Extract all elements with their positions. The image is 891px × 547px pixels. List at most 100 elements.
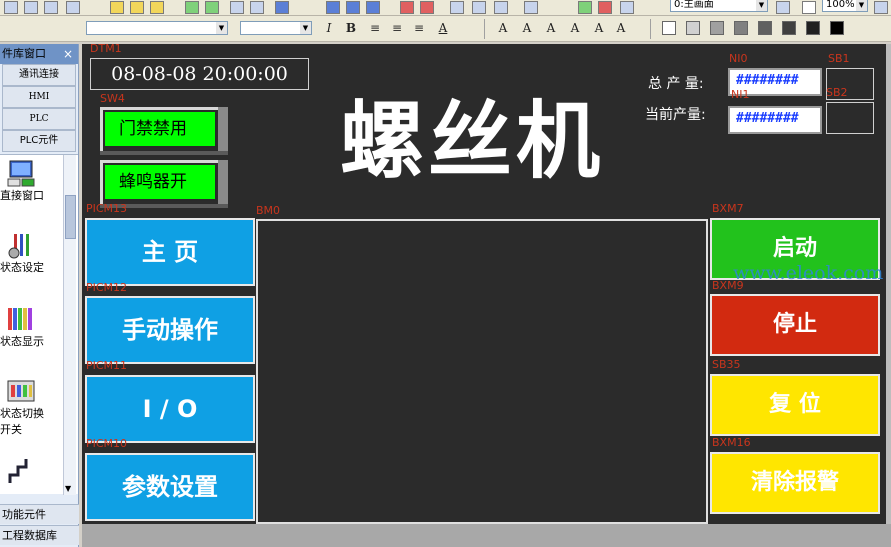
indicator-box: [826, 102, 874, 134]
fill-pattern-swatch[interactable]: [662, 21, 676, 35]
toolbar-icon[interactable]: [110, 1, 124, 14]
fill-pattern-swatch[interactable]: [686, 21, 700, 35]
italic-icon[interactable]: I: [320, 19, 338, 37]
bold-icon[interactable]: B: [342, 19, 360, 37]
toolbar-icon[interactable]: [366, 1, 380, 14]
button-tag: BXM16: [712, 436, 751, 449]
font-select[interactable]: ▼: [86, 21, 228, 35]
list-item-state-set[interactable]: 状态设定: [0, 231, 60, 275]
reset-button[interactable]: 复 位: [710, 374, 880, 436]
toolbar-icon[interactable]: [524, 1, 538, 14]
tab-comm[interactable]: 通讯连接: [2, 64, 76, 86]
state-set-icon: [6, 231, 36, 259]
list-item-state-switch[interactable]: 状态切换开关: [0, 377, 60, 437]
fill-pattern-swatch[interactable]: [734, 21, 748, 35]
align-left-icon[interactable]: ≡: [366, 19, 384, 37]
counter-tag: NI1: [731, 88, 750, 101]
text-frame-icon[interactable]: A: [590, 19, 608, 37]
font-size-select[interactable]: ▼: [240, 21, 312, 35]
parameter-settings-button[interactable]: 参数设置: [85, 453, 255, 521]
tab-hmi[interactable]: HMI: [2, 86, 76, 108]
fill-pattern-swatch[interactable]: [758, 21, 772, 35]
tab-function-elements[interactable]: 功能元件: [0, 504, 79, 524]
toolbar-icon[interactable]: [494, 1, 508, 14]
total-output-label: 总 产 量:: [648, 76, 704, 92]
toolbar-icon[interactable]: [450, 1, 464, 14]
toolbar-icon[interactable]: [230, 1, 244, 14]
manual-operation-button[interactable]: 手动操作: [85, 296, 255, 364]
content-display-area: [256, 219, 708, 524]
io-button[interactable]: I / O: [85, 375, 255, 443]
toolbar-icon[interactable]: [150, 1, 164, 14]
tab-project-database[interactable]: 工程数据库: [0, 525, 79, 545]
add-icon[interactable]: [578, 1, 592, 14]
toolbar-icon[interactable]: [472, 1, 486, 14]
component-list: 直接窗口 状态设定 状态显示 状态切换开关 ▼: [0, 154, 78, 495]
tab-plc[interactable]: PLC: [2, 108, 76, 130]
button-tag: PICM12: [86, 281, 128, 294]
text-frame-icon[interactable]: A: [612, 19, 630, 37]
counter-tag: NI0: [729, 52, 748, 65]
text-frame-icon[interactable]: A: [566, 19, 584, 37]
workspace-background: [82, 524, 891, 547]
toolbar-icon[interactable]: [250, 1, 264, 14]
toolbar-icon[interactable]: [275, 1, 289, 14]
buzzer-toggle[interactable]: 蜂鸣器开: [100, 160, 228, 208]
toolbar-icon[interactable]: [346, 1, 360, 14]
text-frame-icon[interactable]: A: [542, 19, 560, 37]
stop-button[interactable]: 停止: [710, 294, 880, 356]
door-lock-toggle[interactable]: 门禁禁用: [100, 107, 228, 155]
scrollbar[interactable]: ▼: [63, 155, 76, 495]
fill-pattern-swatch[interactable]: [830, 21, 844, 35]
chevron-down-icon: ▼: [300, 22, 311, 34]
zoom-select[interactable]: 100% ▼: [822, 0, 868, 12]
align-right-icon[interactable]: ≡: [410, 19, 428, 37]
screen-select[interactable]: 0:主画面 ▼: [670, 0, 768, 12]
box-tag: SB1: [828, 52, 850, 65]
close-icon[interactable]: ×: [63, 44, 73, 64]
toolbar-top: 0:主画面 ▼ 100% ▼: [0, 0, 891, 16]
home-button[interactable]: 主 页: [85, 218, 255, 286]
fill-pattern-swatch[interactable]: [806, 21, 820, 35]
list-item-counter[interactable]: [0, 457, 60, 485]
toolbar-icon[interactable]: [620, 1, 634, 14]
toolbar-icon[interactable]: [130, 1, 144, 14]
list-item-direct-window[interactable]: 直接窗口: [0, 159, 60, 203]
fill-pattern-swatch[interactable]: [782, 21, 796, 35]
chevron-down-icon: ▼: [216, 22, 227, 34]
clear-alarm-button[interactable]: 清除报警: [710, 452, 880, 514]
delete-icon[interactable]: [598, 1, 612, 14]
toolbar-icon[interactable]: [24, 1, 38, 14]
font-color-icon[interactable]: A: [434, 19, 452, 37]
fill-pattern-swatch[interactable]: [710, 21, 724, 35]
toolbar-icon[interactable]: [776, 1, 790, 14]
current-output-label: 当前产量:: [645, 107, 706, 123]
align-center-icon[interactable]: ≡: [388, 19, 406, 37]
component-panel: 件库窗口 × 通讯连接 HMI PLC PLC元件 直接窗口 状态设定 状态显示: [0, 44, 79, 547]
datetime-display: 08-08-08 20:00:00: [90, 58, 309, 90]
toolbar-icon[interactable]: [400, 1, 414, 14]
button-tag: PICM11: [86, 359, 128, 372]
toolbar-icon[interactable]: [4, 1, 18, 14]
toolbar-icon[interactable]: [874, 1, 888, 14]
page-title: 螺丝机: [340, 91, 605, 190]
switch-icon: [6, 377, 36, 405]
button-tag: PICM13: [86, 202, 128, 215]
text-frame-icon[interactable]: A: [494, 19, 512, 37]
tab-plc-elements[interactable]: PLC元件: [2, 130, 76, 152]
text-frame-icon[interactable]: A: [518, 19, 536, 37]
toolbar-icon[interactable]: [326, 1, 340, 14]
toolbar-icon[interactable]: [44, 1, 58, 14]
panel-header: 件库窗口 ×: [0, 44, 78, 64]
zoom-icon[interactable]: [802, 1, 816, 14]
toolbar-icon[interactable]: [66, 1, 80, 14]
separator: [484, 19, 485, 39]
scroll-down-icon[interactable]: ▼: [65, 484, 71, 493]
toolbar-icon[interactable]: [185, 1, 199, 14]
list-item-state-display[interactable]: 状态显示: [0, 305, 60, 349]
toolbar-icon[interactable]: [420, 1, 434, 14]
switch-tag: SW4: [100, 92, 125, 105]
state-display-icon: [6, 305, 36, 333]
scrollbar-thumb[interactable]: [65, 195, 76, 239]
toolbar-icon[interactable]: [205, 1, 219, 14]
